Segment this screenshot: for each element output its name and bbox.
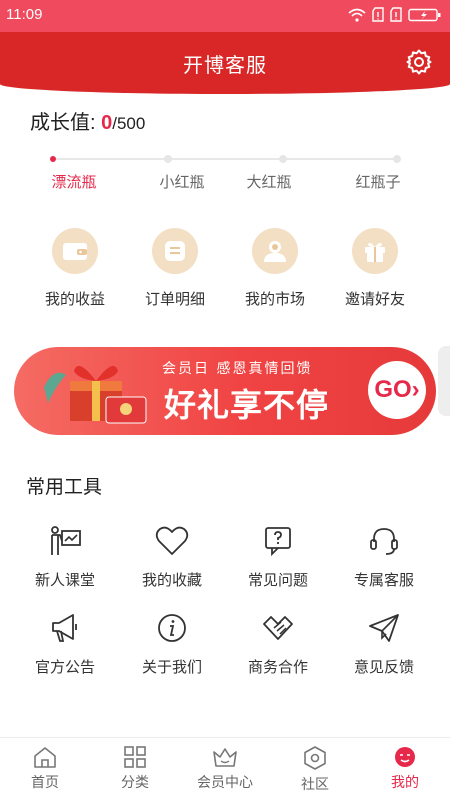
- handshake-icon: [263, 616, 293, 640]
- growth-current: 0: [101, 112, 113, 134]
- quick-label: 我的收益: [44, 290, 105, 308]
- quick-order-details[interactable]: 订单明细: [135, 228, 215, 309]
- paper-plane-icon: [369, 614, 399, 642]
- tab-label: 我的: [391, 775, 419, 791]
- tool-about-us[interactable]: 关于我们: [127, 612, 217, 677]
- quick-label: 订单明细: [144, 290, 205, 308]
- tool-faq[interactable]: 常见问题: [233, 525, 323, 590]
- tool-label: 常见问题: [247, 571, 308, 589]
- faq-icon: [265, 527, 291, 557]
- tab-mine[interactable]: 我的: [360, 746, 450, 792]
- tool-announcements[interactable]: 官方公告: [20, 612, 110, 677]
- banner-subtitle: 会员日 感恩真情回馈: [162, 361, 313, 377]
- tool-label: 官方公告: [34, 658, 95, 676]
- level-progress-track: [52, 158, 397, 160]
- gift-icon: [352, 228, 398, 274]
- status-icons: [348, 7, 442, 22]
- wifi-icon: [348, 8, 366, 22]
- level-dot-1: [50, 156, 56, 162]
- tool-customer-service[interactable]: 专属客服: [339, 525, 429, 590]
- page-title: 开博客服: [183, 53, 267, 77]
- tool-business-cooperation[interactable]: 商务合作: [233, 612, 323, 677]
- tab-label: 分类: [121, 775, 149, 791]
- megaphone-icon: [52, 614, 77, 642]
- tool-feedback[interactable]: 意见反馈: [339, 612, 429, 677]
- hexagon-icon: [304, 746, 326, 770]
- growth-max: /500: [112, 114, 146, 133]
- sim-icon-2: [390, 7, 402, 22]
- home-icon: [34, 747, 56, 768]
- app-header: 开博客服: [0, 32, 450, 94]
- tool-favorites[interactable]: 我的收藏: [127, 525, 217, 590]
- grid-icon: [124, 746, 146, 768]
- info-icon: [158, 614, 186, 642]
- tab-label: 社区: [301, 777, 329, 793]
- promo-banner[interactable]: 会员日 感恩真情回馈 好礼享不停 GO›: [14, 347, 436, 435]
- tool-label: 我的收藏: [141, 571, 202, 589]
- level-dot-4: [393, 155, 401, 163]
- people-icon: [252, 228, 298, 274]
- quick-label: 我的市场: [244, 290, 305, 308]
- level-label-3: 大红瓶: [246, 173, 292, 191]
- status-time: 11:09: [6, 6, 43, 23]
- banner-title: 好礼享不停: [164, 386, 330, 424]
- tab-home[interactable]: 首页: [0, 746, 90, 792]
- status-bar: 11:09: [0, 0, 450, 32]
- level-dot-3: [279, 155, 287, 163]
- headset-icon: [370, 528, 398, 555]
- tab-member-center[interactable]: 会员中心: [180, 746, 270, 792]
- wallet-icon: [52, 228, 98, 274]
- quick-label: 邀请好友: [344, 290, 405, 308]
- crown-icon: [213, 748, 237, 767]
- tab-category[interactable]: 分类: [90, 746, 180, 792]
- side-handle[interactable]: [438, 346, 450, 416]
- heart-icon: [155, 526, 189, 555]
- profile-face-icon: [395, 747, 415, 767]
- order-list-icon: [152, 228, 198, 274]
- level-label-1: 漂流瓶: [51, 173, 97, 191]
- tab-label: 会员中心: [197, 775, 253, 791]
- bottom-tab-bar: 首页 分类 会员中心 社区 我的: [0, 737, 450, 800]
- growth-value: 成长值: 0/500: [30, 106, 145, 135]
- sim-icon: [372, 7, 384, 22]
- gift-box-icon: [44, 365, 147, 424]
- level-label-4: 红瓶子: [355, 173, 401, 191]
- banner-go-button[interactable]: GO›: [368, 361, 426, 419]
- tool-label: 新人课堂: [34, 571, 95, 589]
- presentation-icon: [51, 526, 81, 555]
- growth-label: 成长值:: [30, 112, 102, 134]
- battery-icon: [408, 8, 441, 21]
- tools-section-title: 常用工具: [26, 476, 103, 498]
- quick-my-earnings[interactable]: 我的收益: [35, 228, 115, 309]
- tool-label: 专属客服: [353, 571, 414, 589]
- quick-invite-friends[interactable]: 邀请好友: [335, 228, 415, 309]
- tab-community[interactable]: 社区: [270, 746, 360, 794]
- tool-label: 关于我们: [141, 658, 202, 676]
- level-label-2: 小红瓶: [159, 173, 205, 191]
- quick-my-market[interactable]: 我的市场: [235, 228, 315, 309]
- gear-icon[interactable]: [405, 48, 433, 76]
- tool-label: 商务合作: [247, 658, 308, 676]
- level-dot-2: [164, 155, 172, 163]
- tab-label: 首页: [31, 775, 59, 791]
- tool-label: 意见反馈: [353, 658, 414, 676]
- tool-newbie-class[interactable]: 新人课堂: [20, 525, 110, 590]
